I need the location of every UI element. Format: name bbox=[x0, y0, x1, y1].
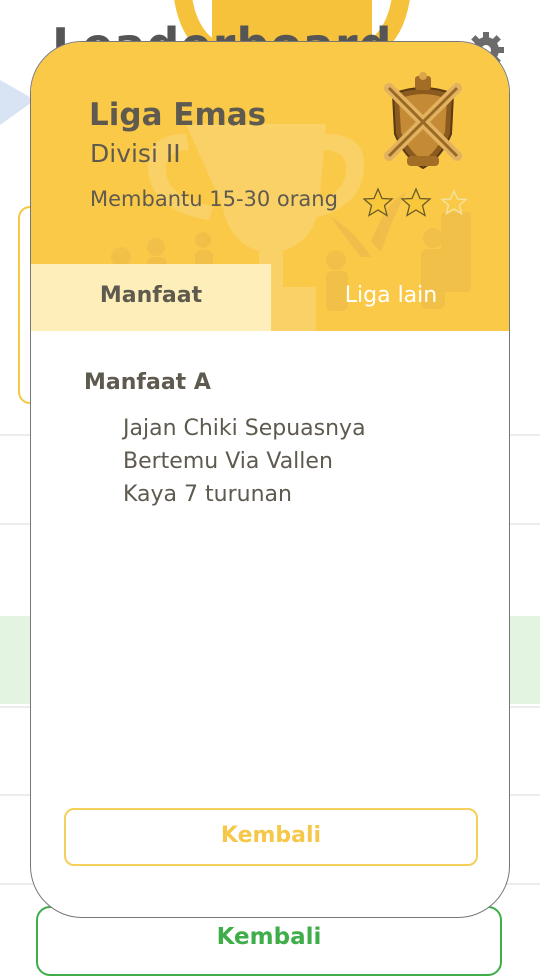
benefit-item: Kaya 7 turunan bbox=[123, 482, 292, 507]
division-label: Divisi II bbox=[90, 139, 181, 168]
benefit-section-title: Manfaat A bbox=[84, 370, 211, 395]
tab-manfaat[interactable]: Manfaat bbox=[31, 264, 271, 331]
league-title: Liga Emas bbox=[89, 97, 267, 133]
star-icon bbox=[440, 189, 468, 215]
tab-liga-lain[interactable]: Liga lain bbox=[271, 264, 509, 331]
benefit-item: Bertemu Via Vallen bbox=[123, 449, 333, 474]
star-icon bbox=[400, 187, 432, 217]
crossed-swords-badge-icon bbox=[384, 72, 462, 170]
star-icon bbox=[363, 187, 394, 217]
league-detail-modal: Liga Emas Divisi II Membantu 15-30 orang bbox=[30, 41, 510, 918]
benefit-list: Jajan Chiki Sepuasnya Bertemu Via Vallen… bbox=[123, 412, 366, 511]
helping-range-label: Membantu 15-30 orang bbox=[90, 187, 338, 211]
benefit-item: Jajan Chiki Sepuasnya bbox=[123, 416, 366, 441]
star-rating bbox=[363, 187, 468, 217]
back-button[interactable]: Kembali bbox=[64, 808, 478, 866]
modal-header: Liga Emas Divisi II Membantu 15-30 orang bbox=[31, 42, 509, 331]
modal-tabs: Manfaat Liga lain bbox=[31, 264, 509, 331]
